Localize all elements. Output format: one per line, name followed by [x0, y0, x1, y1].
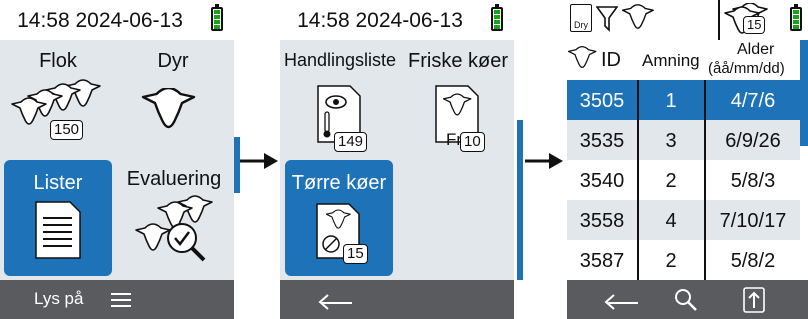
cell-id: 3505 [579, 90, 625, 112]
cell-alder: 4/7/6 [730, 90, 776, 112]
cow-icon [141, 88, 196, 129]
tile-label: Tørre køer [291, 172, 387, 194]
menu-tile-flok[interactable]: Flok 150 [4, 50, 112, 150]
column-header-id[interactable]: ID [601, 49, 621, 72]
export-icon[interactable] [742, 286, 766, 314]
cell-amning: 2 [665, 250, 677, 272]
menu-tile-evaluering[interactable]: Evaluering [118, 168, 230, 278]
tile-label: Lister [33, 172, 83, 194]
filter-bar: Dry 15 [567, 0, 808, 40]
status-bar: 14:58 2024-06-13 [280, 0, 514, 40]
count-badge: 15 [743, 16, 766, 34]
scrollbar[interactable] [517, 120, 523, 280]
battery-icon [491, 4, 503, 31]
tile-label: Handlingsliste [283, 50, 397, 70]
divider [718, 0, 720, 40]
tile-label: Evaluering [126, 168, 222, 190]
bottom-bar [567, 280, 808, 319]
dry-filter-icon[interactable]: Dry [570, 4, 592, 32]
clock: 14:58 2024-06-13 [297, 9, 463, 32]
cell-amning: 4 [665, 210, 677, 232]
menu-icon[interactable] [111, 292, 131, 308]
cow-icon [567, 45, 597, 69]
table-row[interactable]: 3558 4 7/10/17 [567, 200, 800, 240]
clock: 14:58 2024-06-13 [17, 9, 183, 32]
search-icon[interactable] [673, 287, 699, 313]
battery-icon [211, 4, 223, 31]
cell-alder: 6/9/26 [725, 130, 781, 152]
cell-id: 3558 [579, 210, 625, 232]
menu-tile-dyr[interactable]: Dyr [118, 50, 228, 150]
column-header-alder-unit: (åå/mm/dd) [708, 60, 785, 77]
table-row[interactable]: 3587 2 5/8/2 [567, 240, 800, 280]
menu-tile-lister[interactable]: Lister [4, 160, 112, 276]
table-header: ID Amning Alder (åå/mm/dd) [567, 40, 808, 80]
back-icon[interactable] [314, 289, 354, 311]
column-divider [704, 80, 706, 280]
cell-alder: 5/8/3 [730, 170, 776, 192]
back-icon[interactable] [600, 289, 640, 311]
table-row[interactable]: 3540 2 5/8/3 [567, 160, 800, 200]
table-row[interactable]: 3505 1 4/7/6 [567, 80, 800, 120]
cell-alder: 5/8/2 [730, 250, 776, 272]
cow-icon [621, 4, 654, 29]
list-document-icon [35, 201, 81, 259]
arrow-right-icon [240, 153, 278, 169]
table-row[interactable]: 3535 3 6/9/26 [567, 120, 800, 160]
dry-label: Dry [574, 20, 588, 30]
cell-id: 3540 [579, 170, 625, 192]
filter-icon[interactable] [596, 6, 618, 32]
cell-id: 3587 [579, 250, 625, 272]
menu-grid: Flok 150 Dyr Lister Evaluering [0, 40, 234, 280]
count-badge: 15 [343, 244, 368, 264]
lists-grid: Handlingsliste 149 Friske køer Fr 10 Tør… [280, 40, 514, 280]
count-badge: 10 [460, 132, 485, 152]
count-badge: 150 [50, 120, 84, 140]
tile-label: Dyr [157, 50, 189, 72]
main-menu-screen: 14:58 2024-06-13 Flok 150 Dyr Lister Eva… [0, 0, 234, 319]
tile-label: Friske køer [408, 50, 508, 72]
bottom-bar [280, 280, 514, 319]
dry-cows-list-screen: Dry 15 ID Amning Alder (åå/mm/dd) 3505 1… [567, 0, 808, 319]
light-button[interactable]: Lys på [34, 289, 83, 309]
battery-icon [790, 4, 802, 31]
cell-amning: 3 [665, 130, 677, 152]
column-header-alder[interactable]: Alder [737, 41, 774, 59]
status-bar: 14:58 2024-06-13 [0, 0, 234, 40]
cell-amning: 1 [665, 90, 677, 112]
cell-id: 3535 [579, 130, 625, 152]
evaluation-icon [135, 195, 213, 262]
scrollbar[interactable] [800, 40, 808, 146]
list-tile-torre-koer[interactable]: Tørre køer 15 [285, 160, 393, 276]
cell-amning: 2 [665, 170, 677, 192]
arrow-right-icon [525, 153, 563, 169]
count-badge: 149 [334, 132, 368, 152]
cell-alder: 7/10/17 [719, 210, 787, 232]
tile-label: Flok [39, 50, 77, 72]
bottom-bar: Lys på [0, 280, 234, 319]
column-divider [637, 80, 639, 280]
lists-screen: 14:58 2024-06-13 Handlingsliste 149 Fris… [280, 0, 514, 319]
column-header-amning[interactable]: Amning [642, 51, 700, 71]
list-tile-handlingsliste[interactable]: Handlingsliste 149 [282, 50, 398, 154]
list-tile-friske-koer[interactable]: Friske køer Fr 10 [402, 50, 514, 154]
